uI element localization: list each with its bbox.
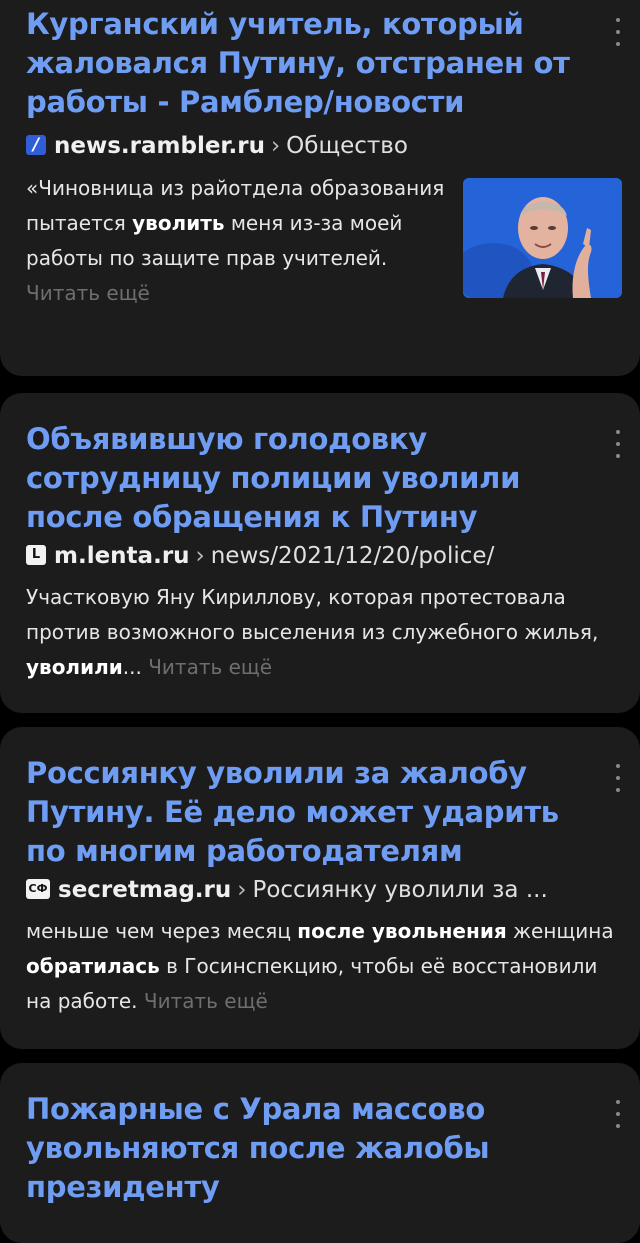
result-title-link[interactable]: Объявившую голодовку сотрудницу полиции … bbox=[26, 420, 594, 537]
secretmag-favicon-icon: СФ bbox=[26, 878, 50, 899]
person-photo bbox=[463, 178, 622, 298]
result-title-link[interactable]: Россиянку уволили за жалобу Путину. Её д… bbox=[26, 754, 594, 871]
result-source[interactable]: Lm.lenta.ru › news/2021/12/20/police/ bbox=[26, 541, 620, 571]
result-source[interactable]: / news.rambler.ru › Общество bbox=[26, 131, 620, 161]
breadcrumb-separator: › bbox=[195, 543, 205, 569]
search-result-card: Объявившую голодовку сотрудницу полиции … bbox=[0, 393, 640, 713]
result-path: Россиянку уволили за ... bbox=[252, 877, 548, 903]
snippet-highlight: после увольнения bbox=[297, 919, 507, 943]
snippet-text: ... bbox=[122, 655, 142, 679]
snippet-highlight: уволить bbox=[132, 211, 225, 235]
more-options-icon[interactable] bbox=[612, 18, 624, 46]
breadcrumb-separator: › bbox=[237, 877, 247, 903]
more-options-icon[interactable] bbox=[612, 430, 624, 458]
result-domain: secretmag.ru bbox=[58, 877, 232, 903]
result-snippet: меньше чем через месяц после увольнения … bbox=[26, 914, 618, 1019]
more-options-icon[interactable] bbox=[612, 1100, 624, 1128]
snippet-text: Участковую Яну Кириллову, которая протес… bbox=[26, 585, 599, 644]
snippet-text: женщина bbox=[506, 919, 614, 943]
rambler-favicon-icon: / bbox=[26, 134, 46, 155]
result-snippet: Участковую Яну Кириллову, которая протес… bbox=[26, 580, 612, 685]
result-title-link[interactable]: Курганский учитель, который жаловался Пу… bbox=[26, 5, 594, 122]
snippet-highlight: обратилась bbox=[26, 954, 160, 978]
read-more-link[interactable]: Читать ещё bbox=[26, 281, 150, 305]
search-result-card: Россиянку уволили за жалобу Путину. Её д… bbox=[0, 727, 640, 1049]
search-result-card: Курганский учитель, который жаловался Пу… bbox=[0, 0, 640, 376]
read-more-link[interactable]: Читать ещё bbox=[144, 989, 268, 1013]
snippet-highlight: уволили bbox=[26, 655, 123, 679]
lenta-favicon-icon: L bbox=[26, 544, 46, 565]
breadcrumb-separator: › bbox=[270, 133, 281, 159]
read-more-link[interactable]: Читать ещё bbox=[148, 655, 272, 679]
result-path: Общество bbox=[286, 133, 408, 159]
result-source[interactable]: СФ secretmag.ru › Россиянку уволили за ... bbox=[26, 875, 620, 905]
result-domain: m.lenta.ru bbox=[54, 543, 190, 569]
result-title-link[interactable]: Пожарные с Урала массово увольняются пос… bbox=[26, 1090, 496, 1207]
result-thumbnail[interactable] bbox=[463, 178, 622, 298]
result-snippet: «Чиновница из райотдела образования пыта… bbox=[26, 171, 446, 311]
result-domain: news.rambler.ru bbox=[54, 133, 265, 159]
result-path: news/2021/12/20/police/ bbox=[210, 543, 495, 569]
snippet-text: меньше чем через месяц bbox=[26, 919, 298, 943]
search-result-card: Пожарные с Урала массово увольняются пос… bbox=[0, 1063, 640, 1243]
more-options-icon[interactable] bbox=[612, 764, 624, 792]
